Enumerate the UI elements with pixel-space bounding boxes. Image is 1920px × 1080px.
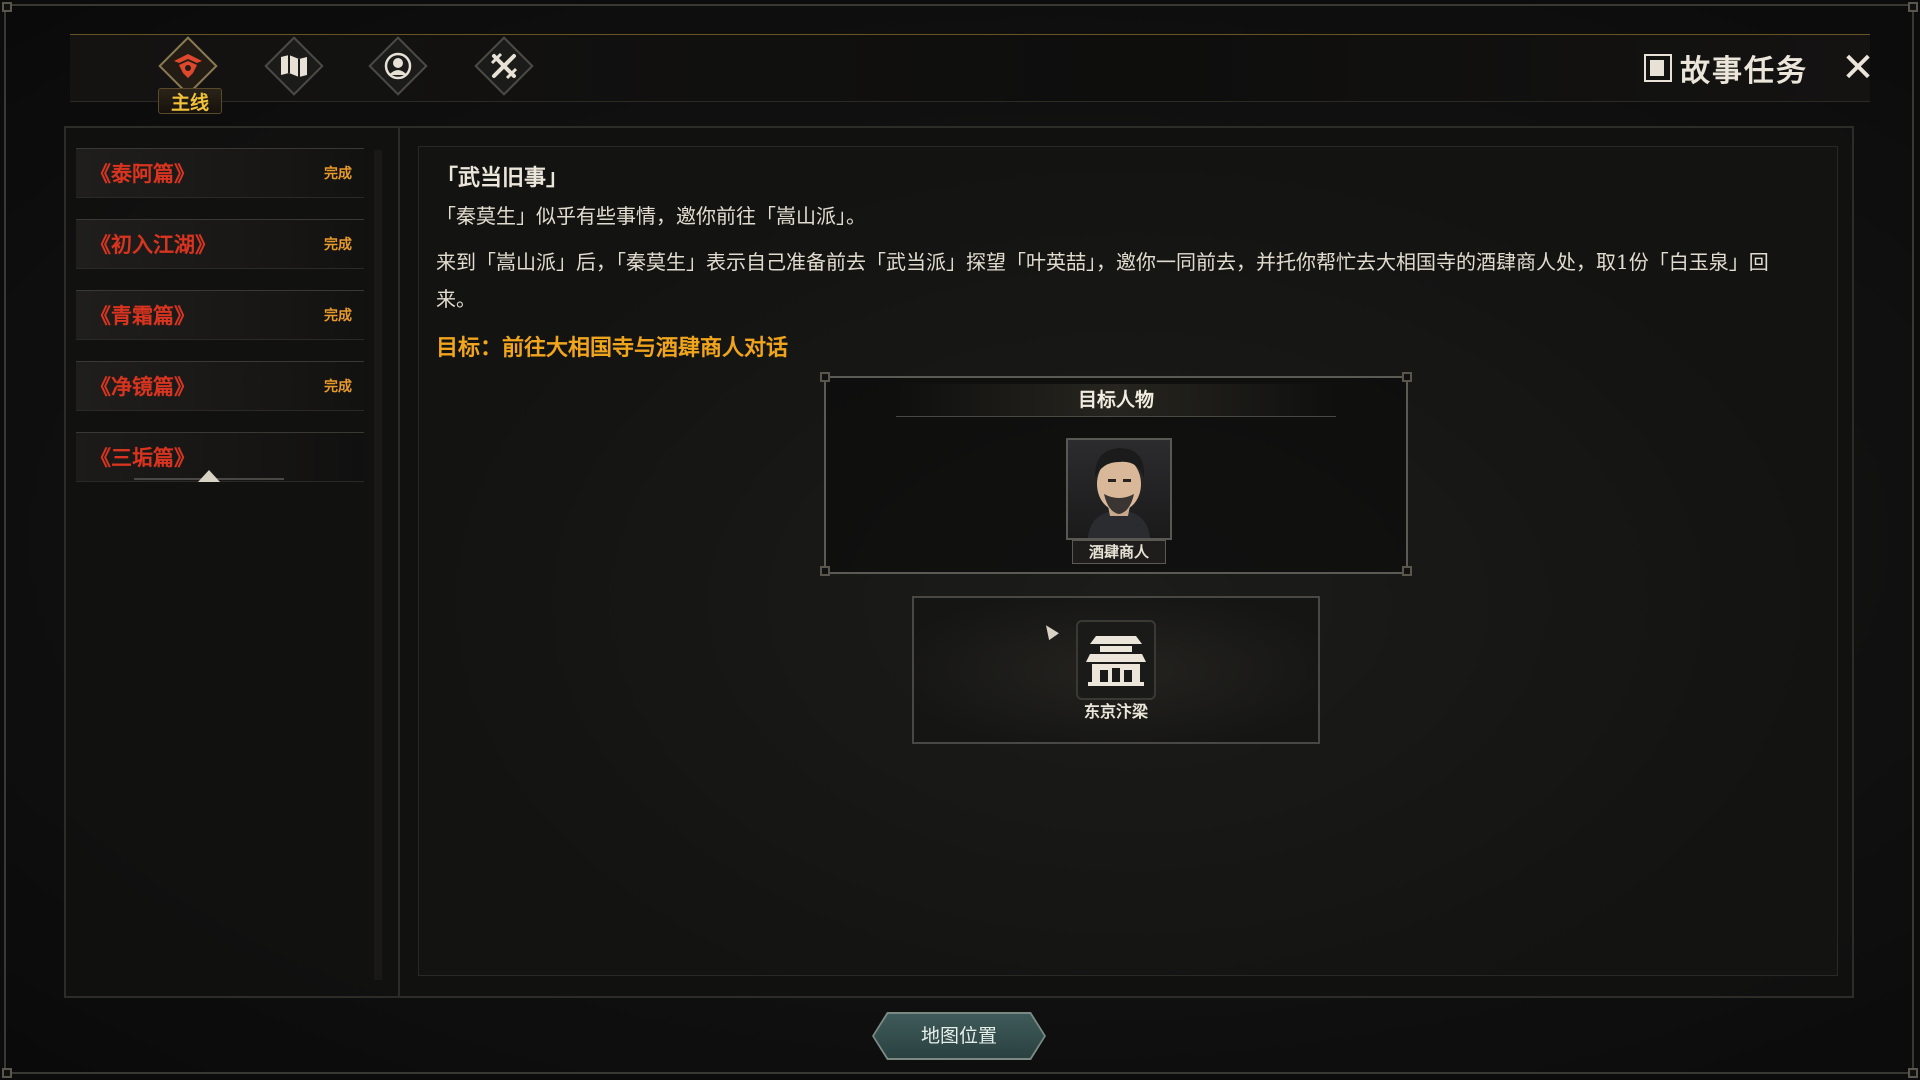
npc-portrait[interactable]	[1066, 438, 1172, 540]
location-name: 东京汴梁	[1083, 702, 1148, 721]
chapter-item-selected[interactable]: 《三垢篇》	[76, 432, 364, 482]
top-bar	[70, 34, 1870, 102]
tab-battle[interactable]	[474, 36, 534, 96]
box-corner	[1402, 372, 1412, 382]
caret-up-icon	[198, 470, 220, 482]
close-icon: ✕	[1841, 45, 1875, 91]
chapter-name: 《净镜篇》	[90, 374, 195, 399]
book-icon	[1644, 54, 1672, 82]
box-corner	[1402, 566, 1412, 576]
box-corner	[820, 566, 830, 576]
chapter-status: 完成	[324, 237, 352, 253]
tab-main-quest-label: 主线	[158, 88, 222, 114]
map-location-button[interactable]: 地图位置	[874, 1014, 1044, 1058]
target-npc-header: 目标人物	[896, 384, 1336, 417]
chapter-name: 《青霜篇》	[90, 303, 195, 328]
frame-corner	[1908, 1068, 1918, 1078]
chapter-item[interactable]: 《青霜篇》 完成	[76, 290, 364, 340]
person-portrait-icon	[368, 36, 428, 96]
crossed-swords-icon	[474, 36, 534, 96]
quest-description: 来到「嵩山派」后，「秦莫生」表示自己准备前去「武当派」探望「叶英喆」，邀你一同前…	[436, 250, 1769, 311]
frame-corner	[2, 1068, 12, 1078]
chapter-item[interactable]: 《净镜篇》 完成	[76, 361, 364, 411]
frame-corner	[1908, 2, 1918, 12]
quest-title: 「武当旧事」	[436, 165, 569, 191]
page-title: 故事任务	[1644, 46, 1808, 90]
chapter-status: 完成	[324, 166, 352, 182]
scroll-map-icon	[264, 36, 324, 96]
close-button[interactable]: ✕	[1836, 46, 1880, 90]
sidebar-scrollbar[interactable]	[374, 150, 382, 980]
chapter-status: 完成	[324, 308, 352, 324]
page-title-text: 故事任务	[1680, 54, 1808, 89]
box-corner	[820, 372, 830, 382]
chapter-status: 完成	[324, 379, 352, 395]
npc-name-label: 酒肆商人	[1072, 540, 1166, 564]
chapter-name: 《三垢篇》	[90, 445, 195, 470]
tab-scroll[interactable]	[264, 36, 324, 96]
temple-building-icon	[1076, 620, 1156, 700]
frame-corner	[2, 2, 12, 12]
tab-character[interactable]	[368, 36, 428, 96]
chapter-name: 《初入江湖》	[90, 232, 216, 257]
chapter-item[interactable]: 《泰阿篇》 完成	[76, 148, 364, 198]
chapter-item[interactable]: 《初入江湖》 完成	[76, 219, 364, 269]
quest-objective: 目标：前往大相国寺与酒肆商人对话	[436, 330, 788, 362]
objective-label: 目标：	[436, 335, 503, 361]
objective-text: 前往大相国寺与酒肆商人对话	[502, 335, 789, 361]
chapter-name: 《泰阿篇》	[90, 161, 195, 186]
quest-intro: 「秦莫生」似乎有些事情，邀你前往「嵩山派」。	[436, 204, 866, 228]
